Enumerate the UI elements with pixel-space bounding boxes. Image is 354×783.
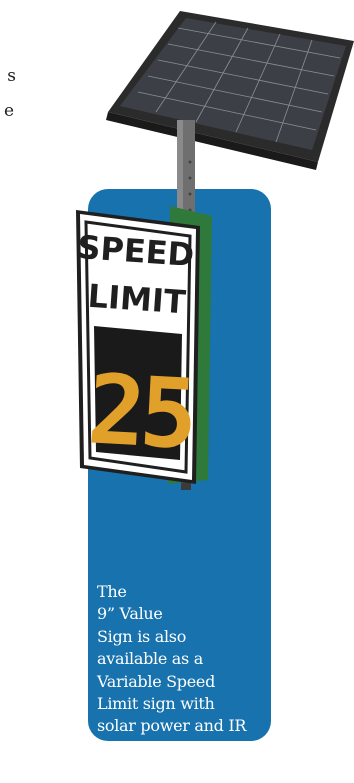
card-line: Limit sign with (97, 694, 215, 714)
card-line: solar power and IR (97, 716, 247, 736)
solar-panel-icon (106, 11, 354, 170)
card-line: 9” Value (97, 604, 163, 624)
card-line: ordering, select VSL. (97, 761, 263, 781)
speed-limit-sign: SPEED LIMIT 25 (76, 210, 200, 484)
card-line: Sign is also (97, 626, 187, 646)
card-line: Variable Speed (97, 671, 216, 691)
sign-line1: SPEED (76, 228, 195, 274)
sign-line2: LIMIT (87, 277, 187, 322)
card-line: programming. When (97, 738, 260, 758)
led-digits: 25 (85, 353, 195, 470)
card-line: The (97, 582, 127, 601)
card-description: The 9” Value Sign is also available as a… (97, 581, 267, 783)
card-line: available as a (97, 649, 203, 669)
